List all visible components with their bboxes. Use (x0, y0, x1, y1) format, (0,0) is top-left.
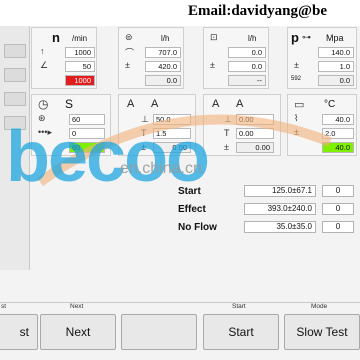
tolerance-icon: ± (141, 142, 146, 152)
current1-symbol-b: A (151, 98, 159, 110)
pressure-unit: Mpa (326, 33, 344, 43)
return-setpoint[interactable]: 0.0 (228, 47, 266, 58)
next-button[interactable]: Next (40, 314, 116, 350)
flow-meter-icon: ⊜ (125, 32, 133, 42)
flow-setpoint[interactable]: 707.0 (145, 47, 181, 58)
current2-panel: A A ⊥ T ± 0.00 0.00 0.00 (203, 94, 281, 156)
caption-start: Start (232, 303, 246, 310)
watermark-site: en.china.cn (120, 160, 202, 177)
contact-email: Email:davidyang@be (188, 3, 327, 19)
return-meter-icon: ⊡ (210, 32, 218, 42)
battery-icon: ▭ (294, 99, 305, 111)
left-toolbar-slot[interactable] (4, 44, 26, 58)
caption-mode: Mode (311, 303, 328, 310)
return-unit: l/h (248, 34, 257, 43)
header-banner: Email:davidyang@be (0, 0, 360, 26)
tolerance-icon: ± (294, 60, 299, 70)
time-panel: ◷ S ⊛ •••▸ 60 0 60 (31, 94, 111, 156)
speed-step[interactable]: 50 (65, 61, 95, 72)
result-value-start: 0 (322, 185, 354, 197)
current2-setpoint[interactable]: 0.00 (236, 114, 274, 125)
flow-target-icon: ⌒ (125, 48, 135, 58)
speed-actual: 1000 (65, 75, 95, 86)
up-arrow-icon: ↑ (40, 46, 45, 56)
pulse-icon: T (224, 128, 230, 138)
return-panel: ⊡ l/h ± 0.0 0.0 -- (203, 27, 269, 89)
tolerance-icon: ± (294, 127, 299, 137)
hold-icon: ⊥ (224, 114, 232, 124)
temperature-tolerance[interactable]: 2.0 (322, 128, 354, 139)
result-label-effect: Effect (178, 204, 206, 215)
stopwatch-icon: ⊛ (38, 113, 46, 123)
time-actual: 60 (69, 142, 105, 153)
current1-actual: 0.00 (153, 142, 191, 153)
pressure-symbol: p (291, 30, 299, 45)
start-button[interactable]: Start (203, 314, 279, 350)
speed-symbol: n (52, 30, 60, 45)
hold-icon: ⊥ (141, 114, 149, 124)
empty-button[interactable] (121, 314, 197, 350)
time-setpoint[interactable]: 60 (69, 114, 105, 125)
rail-icon: ⊶ (302, 32, 311, 42)
flow-unit: l/h (161, 34, 170, 43)
flow-tolerance[interactable]: 420.0 (145, 61, 181, 72)
caption-next: Next (70, 303, 84, 310)
result-range-effect: 393.0±240.0 (244, 203, 316, 215)
pulse-icon: T (141, 128, 147, 138)
current2-symbol-b: A (236, 98, 244, 110)
test-button[interactable]: st (0, 314, 38, 350)
result-value-noflow: 0 (322, 221, 354, 233)
ramp-icon: ∠ (40, 60, 49, 70)
time-symbol: S (65, 97, 74, 111)
return-actual: -- (228, 75, 266, 86)
current2-pulse[interactable]: 0.00 (236, 128, 274, 139)
result-label-noflow: No Flow (178, 222, 217, 233)
left-toolbar-slot[interactable] (4, 68, 26, 82)
sequence-icon: •••▸ (38, 127, 52, 137)
results-table: Start 125.0±67.1 0 Effect 393.0±240.0 0 … (176, 184, 360, 240)
temperature-actual: 40.0 (322, 142, 354, 153)
result-value-effect: 0 (322, 203, 354, 215)
pressure-actual: 0.0 (318, 75, 354, 86)
current2-actual: 0.00 (236, 142, 274, 153)
return-tolerance[interactable]: 0.0 (228, 61, 266, 72)
result-range-noflow: 35.0±35.0 (244, 221, 316, 233)
pressure-setpoint[interactable]: 140.0 (318, 47, 354, 58)
tolerance-icon: ± (125, 60, 130, 70)
pressure-aux-label: 592 (291, 76, 302, 82)
left-toolbar-slot[interactable] (4, 116, 26, 130)
current1-symbol-a: A (127, 98, 135, 110)
result-label-start: Start (178, 186, 201, 197)
temperature-unit: °C (324, 99, 336, 110)
tolerance-icon: ± (210, 60, 215, 70)
pressure-tolerance[interactable]: 1.0 (318, 61, 354, 72)
flow-panel: ⊜ l/h ⌒ ± 707.0 420.0 0.0 (118, 27, 184, 89)
button-captions: st Next Start Mode (0, 303, 360, 313)
left-toolbar (0, 26, 30, 270)
current1-pulse[interactable]: 1.5 (153, 128, 191, 139)
speed-setpoint[interactable]: 1000 (65, 47, 95, 58)
slow-test-button[interactable]: Slow Test (284, 314, 360, 350)
time-delay[interactable]: 0 (69, 128, 105, 139)
tolerance-icon: ± (224, 142, 229, 152)
speed-unit: /min (72, 34, 88, 43)
speed-panel: n /min ↑ ∠ 1000 50 1000 (31, 27, 97, 89)
current2-symbol-a: A (212, 98, 220, 110)
temperature-setpoint[interactable]: 40.0 (322, 114, 354, 125)
pressure-panel: p ⊶ Mpa ± 592 140.0 1.0 0.0 (287, 27, 357, 89)
thermometer-icon: ⌇ (294, 113, 299, 123)
current1-setpoint[interactable]: 50.0 (153, 114, 191, 125)
current1-panel: A A ⊥ T ± 50.0 1.5 0.00 (118, 94, 196, 156)
left-toolbar-slot[interactable] (4, 92, 26, 106)
temperature-panel: ▭ °C ⌇ ± 40.0 2.0 40.0 (287, 94, 357, 156)
flow-actual: 0.0 (145, 75, 181, 86)
caption-test: st (1, 303, 7, 310)
clock-icon: ◷ (38, 97, 49, 111)
result-range-start: 125.0±67.1 (244, 185, 316, 197)
